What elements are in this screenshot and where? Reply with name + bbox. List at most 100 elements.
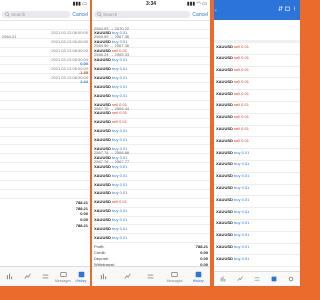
list-item[interactable]: XAUUSD buy 0.01 xyxy=(214,185,300,197)
list-item[interactable]: XAUUSD buy 0.01 xyxy=(92,128,210,137)
deal-side: sell 0.01 xyxy=(234,102,249,108)
cancel-button[interactable]: Cancel xyxy=(72,12,88,18)
list-item[interactable]: XAUUSD buy 0.01 xyxy=(92,225,210,235)
search-input[interactable]: Search xyxy=(94,11,191,18)
list-item[interactable] xyxy=(0,163,90,173)
tab-chart[interactable] xyxy=(18,267,36,286)
list-item[interactable]: XAUUSD buy 0.01 xyxy=(92,137,210,146)
list-item[interactable]: XAUUSD sell 0.01 xyxy=(92,199,210,208)
tab-trade[interactable] xyxy=(36,267,54,286)
list-item[interactable]: XAUUSD buy 0.01 2569.59 → 2567.36 xyxy=(92,30,210,39)
list-item[interactable]: XAUUSD buy 0.01 xyxy=(214,255,300,268)
deal-symbol: XAUUSD xyxy=(94,172,111,178)
list-item[interactable]: XAUUSD buy 0.01 xyxy=(92,234,210,244)
list-item[interactable] xyxy=(0,145,90,155)
list-item[interactable]: 2564.93 → 2570.22 xyxy=(92,21,210,31)
list-item[interactable]: 2021.03.13 08:00:03 xyxy=(0,48,90,57)
list-item[interactable]: XAUUSD buy 0.01 xyxy=(214,220,300,232)
list-item[interactable]: 2021.03.13 06:00:00 -1.85 xyxy=(0,65,90,75)
list-item[interactable]: XAUUSD buy 0.01 2567.76 → 2567.77 xyxy=(92,154,210,164)
tab-chart[interactable] xyxy=(116,267,140,286)
list-item[interactable]: XAUUSD buy 0.01 xyxy=(92,172,210,182)
list-item[interactable]: XAUUSD buy 0.01 xyxy=(92,74,210,84)
list-item[interactable]: XAUUSD sell 0.01 xyxy=(214,55,300,67)
list-item[interactable] xyxy=(0,92,90,102)
list-item[interactable] xyxy=(0,137,90,146)
tab-quotes[interactable] xyxy=(0,267,18,286)
list-item[interactable]: XAUUSD buy 0.01 xyxy=(92,181,210,190)
deal-title: XAUUSD buy 0.01 xyxy=(216,173,249,178)
sort-icon[interactable] xyxy=(278,6,283,11)
list-item[interactable]: XAUUSD buy 0.01 xyxy=(92,190,210,199)
deal-side: sell 0.01 xyxy=(234,126,249,132)
list-item[interactable]: XAUUSD buy 0.01 xyxy=(92,208,210,217)
list-item[interactable]: XAUUSD sell 0.01 xyxy=(214,43,300,55)
tab-chart[interactable] xyxy=(231,272,248,286)
cancel-button[interactable]: Cancel xyxy=(192,12,208,18)
list-item[interactable] xyxy=(0,190,90,199)
list-item[interactable]: 2564.21 2021.03.13 08:00:00 xyxy=(0,30,90,39)
account-summary xyxy=(214,20,300,40)
list-item[interactable]: XAUUSD buy 0.01 2567.78 → 2568.88 xyxy=(92,145,210,155)
list-item[interactable]: XAUUSD buy 0.01 xyxy=(92,217,210,226)
list-item[interactable]: XAUUSD sell 0.01 xyxy=(214,67,300,79)
tab-history[interactable] xyxy=(266,272,283,286)
list-item[interactable]: XAUUSD buy 0.01 xyxy=(214,208,300,220)
search-input[interactable]: Search xyxy=(2,11,71,18)
list-item[interactable]: 2021.03.13 06:00:00 xyxy=(0,39,90,48)
tab-settings[interactable] xyxy=(283,272,300,286)
list-item[interactable] xyxy=(0,83,90,93)
tab-history[interactable]: History xyxy=(186,267,210,286)
list-item[interactable]: XAUUSD sell 0.01 xyxy=(92,110,210,119)
calendar-icon[interactable] xyxy=(285,6,290,11)
list-item[interactable]: XAUUSD buy 0.01 xyxy=(214,244,300,256)
list-item[interactable] xyxy=(0,21,90,30)
list-item[interactable]: XAUUSD buy 0.01 xyxy=(92,92,210,102)
deal-title: XAUUSD buy 0.01 xyxy=(94,226,127,231)
tab-quotes[interactable] xyxy=(92,267,116,286)
deal-title: XAUUSD buy 0.01 xyxy=(216,220,249,225)
list-item[interactable]: XAUUSD buy 0.01 xyxy=(214,196,300,209)
list-item[interactable]: XAUUSD buy 0.01 xyxy=(92,83,210,93)
list-item[interactable]: XAUUSD buy 0.01 2569.59 → 2567.36 xyxy=(92,39,210,48)
list-item[interactable] xyxy=(0,181,90,190)
list-item[interactable]: XAUUSD buy 0.01 xyxy=(214,173,300,185)
list-item[interactable]: XAUUSD buy 0.01 xyxy=(92,163,210,173)
list-item[interactable]: XAUUSD buy 0.01 xyxy=(92,57,210,66)
tab-trade[interactable] xyxy=(139,267,163,286)
list-item[interactable]: XAUUSD sell 0.01 2566.24 → 2565.33 xyxy=(92,48,210,57)
trade-icon xyxy=(254,276,260,281)
back-arrow-icon[interactable]: ‹ xyxy=(215,8,217,14)
search-placeholder: Search xyxy=(11,12,26,17)
tab-messages[interactable]: Messages xyxy=(54,267,72,286)
list-item[interactable]: XAUUSD sell 0.01 xyxy=(92,119,210,128)
list-item[interactable]: 2021.03.13 08:00:04 2.44 xyxy=(0,74,90,84)
deal-symbol: XAUUSD xyxy=(216,137,233,143)
list-item[interactable]: XAUUSD sell 0.01 2567.76 → 2564.44 xyxy=(92,101,210,111)
list-item[interactable]: XAUUSD sell 0.01 xyxy=(214,90,300,102)
list-item[interactable]: 2021.03.13 08:00:04 0.00 xyxy=(0,57,90,66)
list-item[interactable] xyxy=(0,119,90,128)
list-item[interactable]: XAUUSD sell 0.01 xyxy=(214,137,300,150)
list-item[interactable]: XAUUSD buy 0.01 xyxy=(214,161,300,173)
list-item[interactable]: XAUUSD sell 0.01 xyxy=(214,114,300,126)
list-item[interactable] xyxy=(0,110,90,119)
list-item[interactable] xyxy=(0,128,90,137)
list-item[interactable]: XAUUSD sell 0.01 xyxy=(214,102,300,114)
tab-quotes[interactable] xyxy=(214,272,231,286)
list-item[interactable]: XAUUSD buy 0.01 xyxy=(214,149,300,161)
deal-side: sell 0.01 xyxy=(234,137,249,143)
list-item[interactable]: XAUUSD buy 0.01 xyxy=(92,65,210,75)
list-item[interactable]: XAUUSD sell 0.01 xyxy=(214,78,300,91)
history-icon xyxy=(271,276,277,281)
deal-list: 2564.21 2021.03.13 08:00:00 2021.03.13 06:… xyxy=(0,21,90,199)
tab-messages[interactable]: Messages xyxy=(163,267,187,286)
list-item[interactable]: XAUUSD buy 0.01 xyxy=(214,232,300,244)
list-item[interactable] xyxy=(0,101,90,110)
list-item[interactable] xyxy=(0,172,90,182)
list-item[interactable] xyxy=(0,154,90,164)
tab-trade[interactable] xyxy=(248,272,265,286)
more-icon[interactable] xyxy=(292,6,297,11)
list-item[interactable]: XAUUSD sell 0.01 xyxy=(214,126,300,138)
tab-history[interactable]: History xyxy=(72,267,90,286)
